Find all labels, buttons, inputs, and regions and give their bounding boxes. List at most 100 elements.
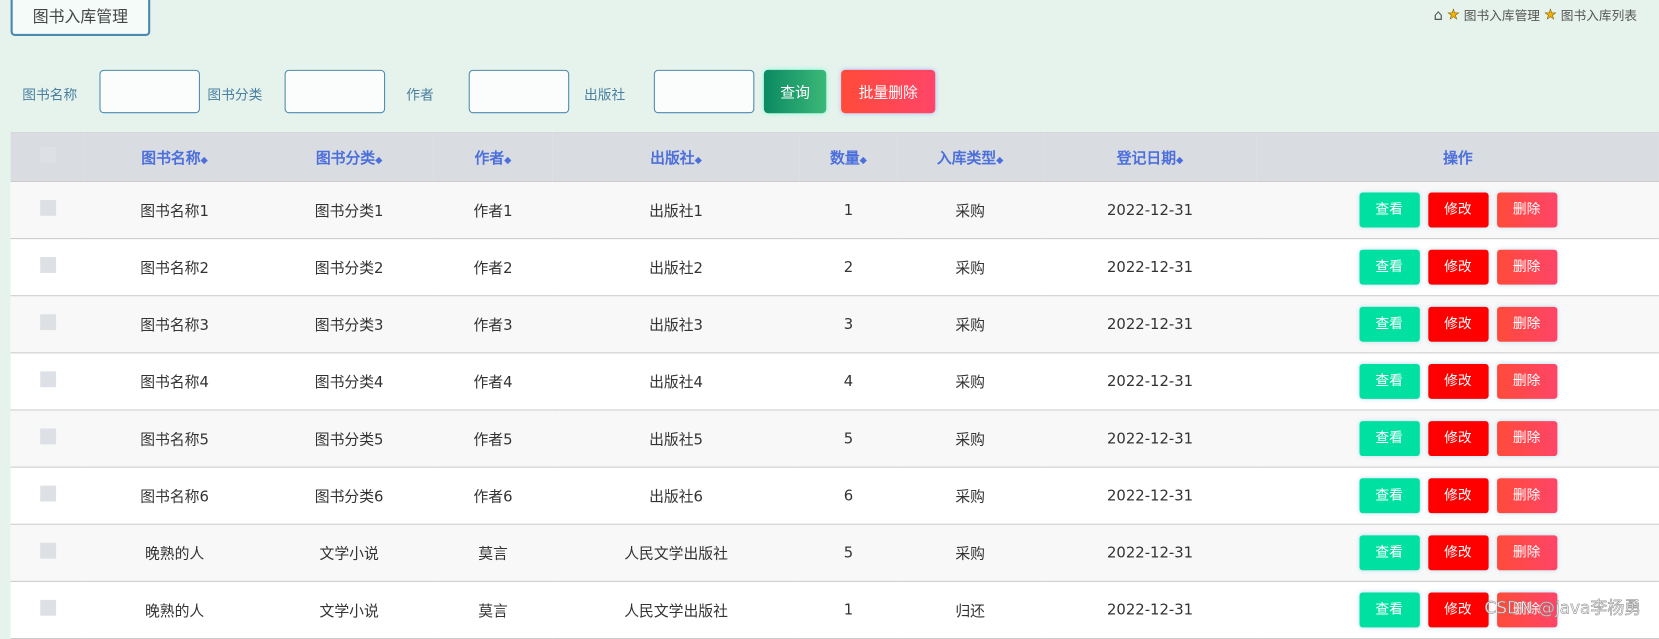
view-button[interactable]: 查看 [1359,592,1420,628]
actions-cell: 查看 修改 删除 [1256,352,1659,411]
column-header[interactable]: 登记日期◆ [1043,132,1257,182]
table-cell: 图书名称6 [84,467,265,525]
delete-button[interactable]: 删除 [1496,192,1557,228]
table-cell: 图书分类3 [264,295,434,354]
column-header[interactable]: 入库类型◆ [897,132,1044,182]
delete-button[interactable]: 删除 [1496,363,1557,399]
edit-button[interactable]: 修改 [1427,478,1489,514]
table-cell: 2022-12-31 [1043,581,1257,639]
select-all-checkbox[interactable] [39,147,56,163]
table-cell: 出版社5 [552,409,800,468]
breadcrumb-item[interactable]: 图书入库列表 [1561,6,1637,24]
column-header[interactable]: 数量◆ [799,132,898,182]
sort-icon[interactable]: ◆ [1176,155,1183,166]
column-header-label: 出版社 [650,149,695,167]
sort-icon[interactable]: ◆ [504,155,511,166]
row-checkbox[interactable] [39,599,56,616]
home-icon[interactable]: ⌂ [1434,7,1443,24]
table-cell: 图书名称2 [84,238,265,297]
edit-button[interactable]: 修改 [1427,535,1489,571]
table-cell: 作者3 [433,295,553,354]
table-cell: 1 [799,581,898,639]
table-cell: 6 [799,467,898,525]
delete-button[interactable]: 删除 [1496,249,1557,285]
table-cell: 采购 [897,409,1044,468]
table-row: 晚熟的人 文学小说 莫言 人民文学出版社 1 归还 2022-12-31 查看 修改 删除 [10,581,1659,639]
edit-button[interactable]: 修改 [1427,192,1489,228]
edit-button[interactable]: 修改 [1427,363,1489,399]
view-button[interactable]: 查看 [1359,535,1420,571]
book-category-input[interactable] [284,69,386,114]
table-cell: 出版社3 [552,295,800,354]
table-cell: 2022-12-31 [1043,238,1257,297]
book-category-label: 图书分类 [207,87,263,104]
column-header[interactable]: 出版社◆ [552,132,800,182]
table-cell: 图书分类2 [264,238,434,297]
view-button[interactable]: 查看 [1359,363,1420,399]
breadcrumb: ⌂ ★ 图书入库管理 ★ 图书入库列表 [1434,6,1659,24]
edit-button[interactable]: 修改 [1427,306,1489,342]
table-cell: 4 [799,352,898,411]
row-checkbox[interactable] [39,542,56,559]
page-title-tab[interactable]: 图书入库管理 [10,0,151,36]
view-button[interactable]: 查看 [1359,249,1420,285]
edit-button[interactable]: 修改 [1427,421,1489,456]
book-name-input[interactable] [99,69,200,114]
column-header[interactable]: 图书名称◆ [84,132,265,182]
view-button[interactable]: 查看 [1359,306,1420,342]
sort-icon[interactable]: ◆ [860,155,867,166]
checkbox-cell [10,409,85,468]
select-all-cell [10,132,85,182]
batch-delete-button[interactable]: 批量删除 [841,69,936,114]
edit-button[interactable]: 修改 [1427,592,1489,628]
view-button[interactable]: 查看 [1359,421,1420,456]
sort-icon[interactable]: ◆ [375,155,382,166]
row-checkbox[interactable] [39,199,56,216]
table-cell: 作者2 [433,238,553,297]
table-cell: 2022-12-31 [1043,467,1257,525]
table-cell: 文学小说 [264,581,434,639]
table-cell: 2022-12-31 [1043,181,1257,240]
column-header: 操作 [1256,132,1659,182]
query-button[interactable]: 查询 [763,69,827,114]
table-row: 图书名称4 图书分类4 作者4 出版社4 4 采购 2022-12-31 查看 修改 删除 [10,352,1659,411]
table-cell: 作者4 [433,352,553,411]
table-cell: 5 [799,524,898,582]
table-cell: 人民文学出版社 [552,524,800,582]
sort-icon[interactable]: ◆ [695,155,702,166]
delete-button[interactable]: 删除 [1496,478,1557,514]
column-header[interactable]: 图书分类◆ [264,132,434,182]
row-checkbox[interactable] [39,257,56,273]
table-cell: 图书分类1 [264,181,434,240]
table-cell: 作者1 [433,181,553,240]
row-checkbox[interactable] [39,485,56,502]
table-row: 图书名称1 图书分类1 作者1 出版社1 1 采购 2022-12-31 查看 修改 删除 [10,181,1659,240]
book-name-label: 图书名称 [22,87,78,104]
view-button[interactable]: 查看 [1359,478,1420,514]
row-checkbox[interactable] [39,314,56,331]
checkbox-cell [10,467,85,525]
author-label: 作者 [406,87,434,104]
table-cell: 晚熟的人 [84,581,265,639]
column-header[interactable]: 作者◆ [433,132,553,182]
delete-button[interactable]: 删除 [1496,306,1557,342]
table-cell: 莫言 [433,524,553,582]
table-cell: 2022-12-31 [1043,352,1257,411]
book-table: 图书名称◆ 图书分类◆ 作者◆ 出版社◆ 数量◆ 入库类型◆ 登记日期◆ 操作 图书名称1 图书… [10,132,1659,639]
view-button[interactable]: 查看 [1359,192,1420,228]
checkbox-cell [10,295,85,354]
delete-button[interactable]: 删除 [1496,535,1557,571]
table-cell: 采购 [897,295,1044,354]
breadcrumb-item[interactable]: 图书入库管理 [1464,6,1540,24]
publisher-input[interactable] [653,69,755,114]
table-cell: 图书名称3 [84,295,265,354]
table-cell: 采购 [897,181,1044,240]
row-checkbox[interactable] [39,371,56,388]
author-input[interactable] [468,69,570,114]
table-cell: 2022-12-31 [1043,409,1257,468]
row-checkbox[interactable] [39,428,56,445]
delete-button[interactable]: 删除 [1496,421,1557,456]
sort-icon[interactable]: ◆ [996,155,1003,166]
edit-button[interactable]: 修改 [1427,249,1489,285]
sort-icon[interactable]: ◆ [201,155,208,166]
